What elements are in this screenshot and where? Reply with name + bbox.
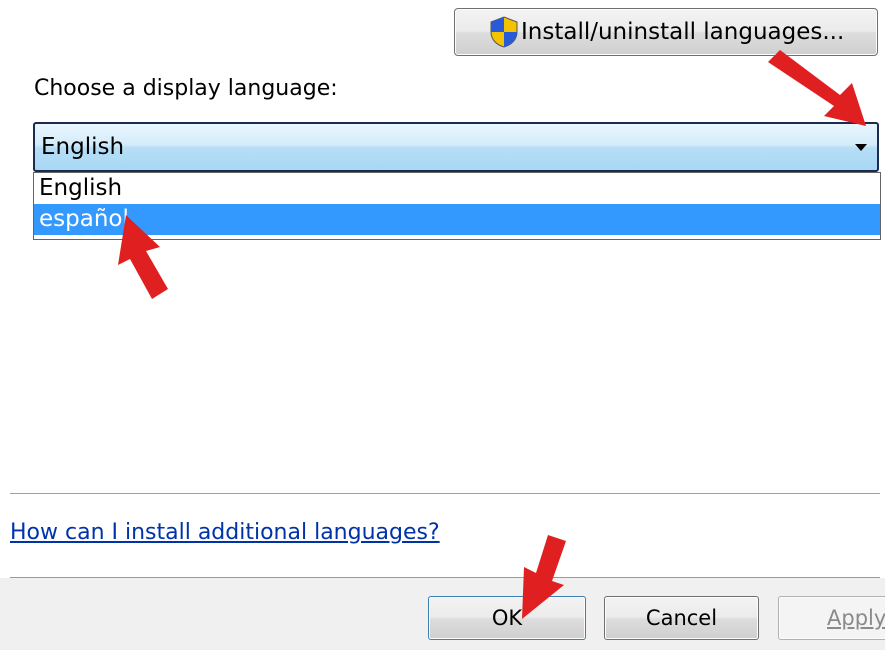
display-language-label: Choose a display language: (34, 76, 338, 101)
combobox-selected-value: English (41, 134, 125, 160)
cancel-button[interactable]: Cancel (604, 596, 759, 640)
apply-button-label: Apply (827, 606, 885, 630)
uac-shield-icon (489, 16, 519, 48)
separator-line (10, 493, 880, 494)
footer-separator (10, 577, 880, 578)
annotation-arrow-icon (522, 535, 566, 619)
annotation-arrow-icon (768, 50, 866, 126)
language-option-english[interactable]: English (34, 173, 880, 204)
display-language-combobox[interactable]: English (33, 122, 879, 172)
annotation-arrow-icon (118, 215, 168, 299)
cancel-button-label: Cancel (645, 606, 718, 630)
install-additional-languages-link[interactable]: How can I install additional languages? (10, 520, 440, 545)
apply-button[interactable]: Apply (778, 596, 885, 640)
dropdown-arrow-icon[interactable] (855, 144, 867, 151)
